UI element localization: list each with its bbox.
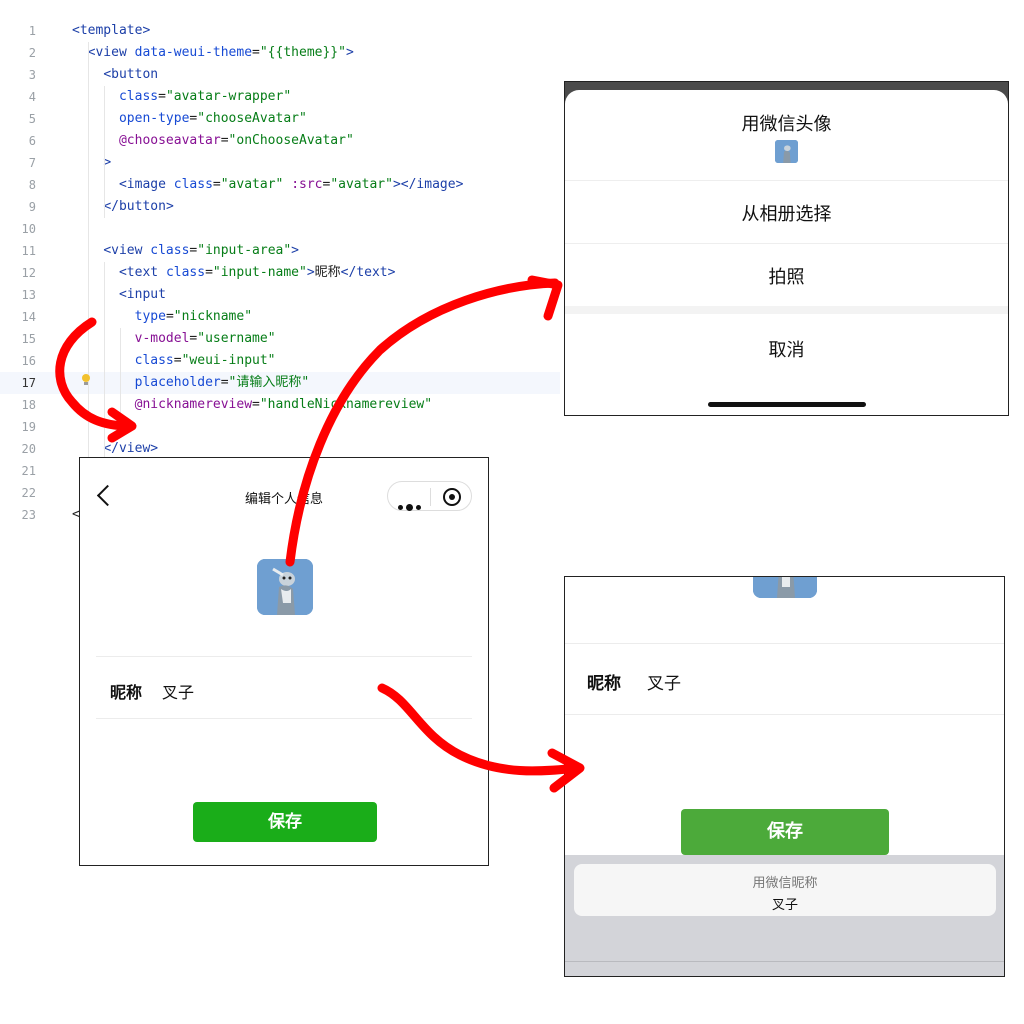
line-number: 11 <box>21 244 36 258</box>
line-number: 9 <box>28 200 36 214</box>
capsule-divider <box>430 488 431 506</box>
wechat-avatar-thumbnail <box>775 140 798 163</box>
line-number: 8 <box>28 178 36 192</box>
code-line[interactable]: 13 <input <box>0 284 560 306</box>
line-number: 3 <box>28 68 36 82</box>
line-number: 12 <box>21 266 36 280</box>
row-divider <box>565 714 1004 715</box>
code-text: <view class="input-area"> <box>103 243 299 258</box>
line-number: 14 <box>21 310 36 324</box>
line-number: 18 <box>21 398 36 412</box>
code-text: <text class="input-name">昵称</text> <box>118 265 396 280</box>
line-number: 15 <box>21 332 36 346</box>
avatar-action-sheet-screen: 用微信头像 从相册选择 拍照 取消 <box>564 81 1009 416</box>
code-editor[interactable]: 1 <template> 2 <view data-weui-theme="{{th… <box>0 20 560 530</box>
line-number: 2 <box>28 46 36 60</box>
row-divider <box>565 643 1004 644</box>
line-number: 5 <box>28 112 36 126</box>
code-text: open-type="chooseAvatar" <box>118 111 307 126</box>
row-divider <box>96 718 472 719</box>
phone-edit-profile-screen: 编辑个人信息 昵称 叉子 保存 <box>79 457 489 866</box>
more-dots-icon[interactable] <box>398 495 424 514</box>
lightbulb-icon[interactable] <box>81 372 91 386</box>
line-number: 7 <box>28 156 36 170</box>
code-line[interactable]: 4 class="avatar-wrapper" <box>0 86 560 108</box>
cancel-option[interactable]: 取消 <box>565 336 1008 362</box>
home-indicator <box>708 402 866 407</box>
line-number: 1 <box>28 24 36 38</box>
sheet-divider <box>565 243 1008 244</box>
code-text: placeholder="请输入昵称" <box>134 375 310 390</box>
code-line[interactable]: 8 <image class="avatar" :src="avatar"></… <box>0 174 560 196</box>
line-number: 17 <box>21 376 36 390</box>
line-number: 4 <box>28 90 36 104</box>
indent-guide <box>104 86 105 218</box>
close-target-icon[interactable] <box>443 488 461 506</box>
code-text: > <box>103 155 112 170</box>
use-wechat-avatar-option[interactable]: 用微信头像 <box>565 110 1008 136</box>
code-line[interactable]: 10 <box>0 218 560 240</box>
code-text: @nicknamereview="handleNicknamereview" <box>134 397 433 412</box>
code-line[interactable]: 19 /> <box>0 416 560 438</box>
line-number: 6 <box>28 134 36 148</box>
choose-from-album-option[interactable]: 从相册选择 <box>565 200 1008 226</box>
line-number: 13 <box>21 288 36 302</box>
cat-avatar-icon <box>753 577 817 598</box>
line-number: 22 <box>21 486 36 500</box>
code-line[interactable]: 16 class="weui-input" <box>0 350 560 372</box>
line-number: 21 <box>21 464 36 478</box>
row-divider <box>96 656 472 657</box>
cat-avatar-icon <box>775 140 798 163</box>
code-line[interactable]: 5 open-type="chooseAvatar" <box>0 108 560 130</box>
indent-guide <box>88 42 89 482</box>
line-number: 19 <box>21 420 36 434</box>
code-text: @chooseavatar="onChooseAvatar" <box>118 133 354 148</box>
line-number: 23 <box>21 508 36 522</box>
line-number: 20 <box>21 442 36 456</box>
code-line[interactable]: 1 <template> <box>0 20 560 42</box>
save-button[interactable]: 保存 <box>193 802 377 842</box>
code-text: <input <box>118 287 166 302</box>
action-sheet: 用微信头像 从相册选择 拍照 取消 <box>565 90 1008 415</box>
save-button[interactable]: 保存 <box>681 809 889 855</box>
code-line[interactable]: 14 type="nickname" <box>0 306 560 328</box>
suggestion-title: 用微信昵称 <box>752 876 818 891</box>
line-number: 10 <box>21 222 36 236</box>
phone-nickname-suggestion-screen: 昵称 叉子 保存 用微信昵称 叉子 <box>564 576 1005 977</box>
wechat-nickname-suggestion[interactable]: 用微信昵称 叉子 <box>574 864 996 916</box>
mini-program-capsule[interactable] <box>387 481 472 511</box>
line-number: 16 <box>21 354 36 368</box>
code-text: <view data-weui-theme="{{theme}}"> <box>87 45 354 60</box>
indent-guide <box>120 328 121 438</box>
code-text: class="weui-input" <box>134 353 276 368</box>
code-line[interactable]: 12 <text class="input-name">昵称</text> <box>0 262 560 284</box>
cat-avatar-icon <box>257 559 313 615</box>
code-text: type="nickname" <box>134 309 253 324</box>
sheet-gap <box>565 306 1008 314</box>
avatar-button[interactable] <box>753 577 817 598</box>
code-line[interactable]: 2 <view data-weui-theme="{{theme}}"> <box>0 42 560 64</box>
nickname-input[interactable]: 叉子 <box>162 679 194 703</box>
code-line[interactable]: 9 </button> <box>0 196 560 218</box>
code-line[interactable]: 15 v-model="username" <box>0 328 560 350</box>
nickname-input[interactable]: 叉子 <box>647 669 681 694</box>
code-line[interactable]: 11 <view class="input-area"> <box>0 240 560 262</box>
code-line[interactable]: 3 <button <box>0 64 560 86</box>
indent-guide <box>104 262 105 460</box>
code-text: <template> <box>72 23 151 38</box>
code-line[interactable]: 7 > <box>0 152 560 174</box>
keyboard-divider <box>565 961 1004 962</box>
code-text: <image class="avatar" :src="avatar"></im… <box>118 177 464 192</box>
suggestion-value: 叉子 <box>771 898 798 913</box>
code-line[interactable]: 6 @chooseavatar="onChooseAvatar" <box>0 130 560 152</box>
code-text: v-model="username" <box>134 331 276 346</box>
avatar-button[interactable] <box>257 559 313 615</box>
code-text: <button <box>103 67 159 82</box>
take-photo-option[interactable]: 拍照 <box>565 263 1008 289</box>
keyboard-area: 用微信昵称 叉子 <box>565 855 1004 976</box>
sheet-divider <box>565 180 1008 181</box>
nickname-label: 昵称 <box>110 683 143 702</box>
code-line[interactable]: 18 @nicknamereview="handleNicknamereview… <box>0 394 560 416</box>
nickname-label: 昵称 <box>587 674 621 694</box>
